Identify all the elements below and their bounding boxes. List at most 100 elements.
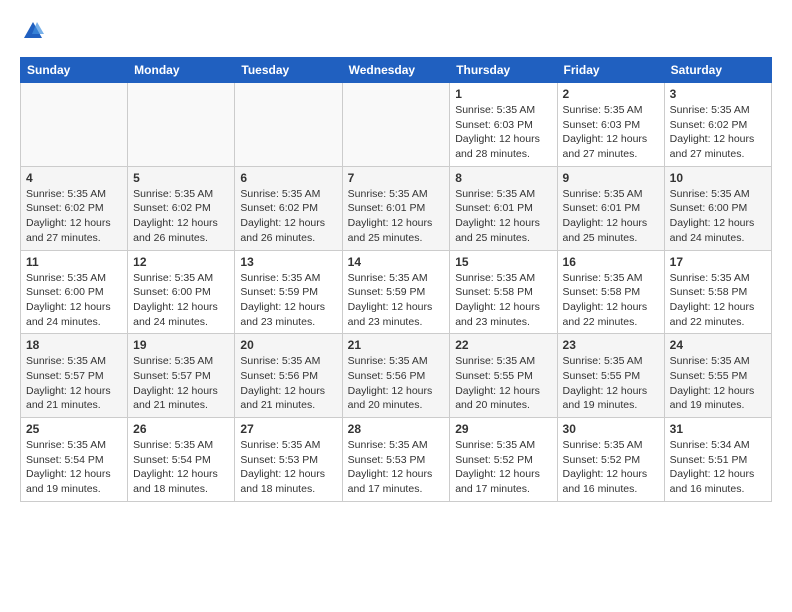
day-number: 30 [563, 422, 659, 436]
calendar-header-row: SundayMondayTuesdayWednesdayThursdayFrid… [21, 58, 772, 83]
day-info: Sunrise: 5:35 AMSunset: 6:01 PMDaylight:… [348, 187, 445, 246]
day-info: Sunrise: 5:35 AMSunset: 5:55 PMDaylight:… [563, 354, 659, 413]
day-info: Sunrise: 5:35 AMSunset: 5:58 PMDaylight:… [455, 271, 551, 330]
day-info: Sunrise: 5:35 AMSunset: 5:59 PMDaylight:… [240, 271, 336, 330]
day-info: Sunrise: 5:35 AMSunset: 5:52 PMDaylight:… [563, 438, 659, 497]
day-number: 17 [670, 255, 766, 269]
day-number: 18 [26, 338, 122, 352]
day-info: Sunrise: 5:35 AMSunset: 6:02 PMDaylight:… [133, 187, 229, 246]
table-row: 16 Sunrise: 5:35 AMSunset: 5:58 PMDayligh… [557, 250, 664, 334]
table-row: 18Sunrise: 5:35 AMSunset: 5:57 PMDayligh… [21, 334, 128, 418]
day-info: Sunrise: 5:35 AMSunset: 6:02 PMDaylight:… [240, 187, 336, 246]
day-info: Sunrise: 5:35 AMSunset: 5:57 PMDaylight:… [133, 354, 229, 413]
day-number: 23 [563, 338, 659, 352]
day-info: Sunrise: 5:34 AMSunset: 5:51 PMDaylight:… [670, 438, 766, 497]
table-row: 1 Sunrise: 5:35 AMSunset: 6:03 PMDaylight… [450, 83, 557, 167]
day-number: 1 [455, 87, 551, 101]
table-row: 27 Sunrise: 5:35 AMSunset: 5:53 PMDayligh… [235, 418, 342, 502]
day-info: Sunrise: 5:35 AMSunset: 6:00 PMDaylight:… [670, 187, 766, 246]
day-number: 11 [26, 255, 122, 269]
day-number: 8 [455, 171, 551, 185]
day-number: 21 [348, 338, 445, 352]
day-number: 4 [26, 171, 122, 185]
day-info: Sunrise: 5:35 AMSunset: 6:01 PMDaylight:… [455, 187, 551, 246]
day-number: 29 [455, 422, 551, 436]
day-number: 24 [670, 338, 766, 352]
day-number: 7 [348, 171, 445, 185]
table-row: 4 Sunrise: 5:35 AMSunset: 6:02 PMDaylight… [21, 166, 128, 250]
table-row: 5 Sunrise: 5:35 AMSunset: 6:02 PMDaylight… [128, 166, 235, 250]
table-row: 23 Sunrise: 5:35 AMSunset: 5:55 PMDayligh… [557, 334, 664, 418]
day-info: Sunrise: 5:35 AMSunset: 6:02 PMDaylight:… [670, 103, 766, 162]
calendar-header-monday: Monday [128, 58, 235, 83]
table-row [342, 83, 450, 167]
calendar-week-row: 4 Sunrise: 5:35 AMSunset: 6:02 PMDaylight… [21, 166, 772, 250]
day-info: Sunrise: 5:35 AMSunset: 6:03 PMDaylight:… [455, 103, 551, 162]
table-row: 17 Sunrise: 5:35 AMSunset: 5:58 PMDayligh… [664, 250, 771, 334]
logo-icon [22, 20, 44, 42]
table-row: 24 Sunrise: 5:35 AMSunset: 5:55 PMDayligh… [664, 334, 771, 418]
calendar-week-row: 18 Sunrise: 5:35 AMSunset: 5:57 PMDayligh… [21, 334, 772, 418]
table-row [235, 83, 342, 167]
day-info: Sunrise: 5:35 AMSunset: 6:02 PMDaylight:… [26, 187, 122, 246]
day-number: 20 [240, 338, 336, 352]
day-info: Sunrise: 5:35 AMSunset: 6:03 PMDaylight:… [563, 103, 659, 162]
table-row: 19Sunrise: 5:35 AMSunset: 5:57 PMDayligh… [128, 334, 235, 418]
table-row [21, 83, 128, 167]
table-row: 15 Sunrise: 5:35 AMSunset: 5:58 PMDayligh… [450, 250, 557, 334]
day-info: Sunrise: 5:35 AMSunset: 5:56 PMDaylight:… [348, 354, 445, 413]
day-number: 12 [133, 255, 229, 269]
calendar-header-friday: Friday [557, 58, 664, 83]
day-info: Sunrise: 5:35 AMSunset: 5:55 PMDaylight:… [455, 354, 551, 413]
table-row: 30 Sunrise: 5:35 AMSunset: 5:52 PMDayligh… [557, 418, 664, 502]
table-row: 29Sunrise: 5:35 AMSunset: 5:52 PMDayligh… [450, 418, 557, 502]
table-row: 3 Sunrise: 5:35 AMSunset: 6:02 PMDaylight… [664, 83, 771, 167]
day-number: 2 [563, 87, 659, 101]
day-info: Sunrise: 5:35 AMSunset: 6:00 PMDaylight:… [133, 271, 229, 330]
day-number: 3 [670, 87, 766, 101]
day-number: 10 [670, 171, 766, 185]
day-number: 13 [240, 255, 336, 269]
day-number: 15 [455, 255, 551, 269]
calendar-header-thursday: Thursday [450, 58, 557, 83]
day-number: 26 [133, 422, 229, 436]
table-row: 12 Sunrise: 5:35 AMSunset: 6:00 PMDayligh… [128, 250, 235, 334]
table-row: 31 Sunrise: 5:34 AMSunset: 5:51 PMDayligh… [664, 418, 771, 502]
day-number: 28 [348, 422, 445, 436]
calendar-week-row: 11 Sunrise: 5:35 AMSunset: 6:00 PMDayligh… [21, 250, 772, 334]
calendar-table: SundayMondayTuesdayWednesdayThursdayFrid… [20, 57, 772, 502]
day-number: 6 [240, 171, 336, 185]
table-row: 8 Sunrise: 5:35 AMSunset: 6:01 PMDaylight… [450, 166, 557, 250]
table-row: 14 Sunrise: 5:35 AMSunset: 5:59 PMDayligh… [342, 250, 450, 334]
day-number: 9 [563, 171, 659, 185]
table-row: 10 Sunrise: 5:35 AMSunset: 6:00 PMDayligh… [664, 166, 771, 250]
table-row: 11 Sunrise: 5:35 AMSunset: 6:00 PMDayligh… [21, 250, 128, 334]
day-info: Sunrise: 5:35 AMSunset: 6:01 PMDaylight:… [563, 187, 659, 246]
table-row: 21 Sunrise: 5:35 AMSunset: 5:56 PMDayligh… [342, 334, 450, 418]
table-row: 28 Sunrise: 5:35 AMSunset: 5:53 PMDayligh… [342, 418, 450, 502]
logo [20, 20, 44, 49]
table-row: 9 Sunrise: 5:35 AMSunset: 6:01 PMDaylight… [557, 166, 664, 250]
table-row: 22Sunrise: 5:35 AMSunset: 5:55 PMDayligh… [450, 334, 557, 418]
day-number: 31 [670, 422, 766, 436]
day-info: Sunrise: 5:35 AMSunset: 5:54 PMDaylight:… [26, 438, 122, 497]
day-number: 25 [26, 422, 122, 436]
day-number: 16 [563, 255, 659, 269]
day-info: Sunrise: 5:35 AMSunset: 5:55 PMDaylight:… [670, 354, 766, 413]
calendar-week-row: 25 Sunrise: 5:35 AMSunset: 5:54 PMDayligh… [21, 418, 772, 502]
day-info: Sunrise: 5:35 AMSunset: 5:53 PMDaylight:… [240, 438, 336, 497]
day-info: Sunrise: 5:35 AMSunset: 5:58 PMDaylight:… [670, 271, 766, 330]
day-number: 27 [240, 422, 336, 436]
day-info: Sunrise: 5:35 AMSunset: 5:56 PMDaylight:… [240, 354, 336, 413]
table-row: 20 Sunrise: 5:35 AMSunset: 5:56 PMDayligh… [235, 334, 342, 418]
table-row: 13 Sunrise: 5:35 AMSunset: 5:59 PMDayligh… [235, 250, 342, 334]
day-info: Sunrise: 5:35 AMSunset: 5:59 PMDaylight:… [348, 271, 445, 330]
day-info: Sunrise: 5:35 AMSunset: 5:58 PMDaylight:… [563, 271, 659, 330]
day-number: 14 [348, 255, 445, 269]
table-row: 2 Sunrise: 5:35 AMSunset: 6:03 PMDaylight… [557, 83, 664, 167]
day-info: Sunrise: 5:35 AMSunset: 5:53 PMDaylight:… [348, 438, 445, 497]
table-row: 7 Sunrise: 5:35 AMSunset: 6:01 PMDaylight… [342, 166, 450, 250]
day-number: 5 [133, 171, 229, 185]
day-info: Sunrise: 5:35 AMSunset: 6:00 PMDaylight:… [26, 271, 122, 330]
table-row: 6 Sunrise: 5:35 AMSunset: 6:02 PMDaylight… [235, 166, 342, 250]
